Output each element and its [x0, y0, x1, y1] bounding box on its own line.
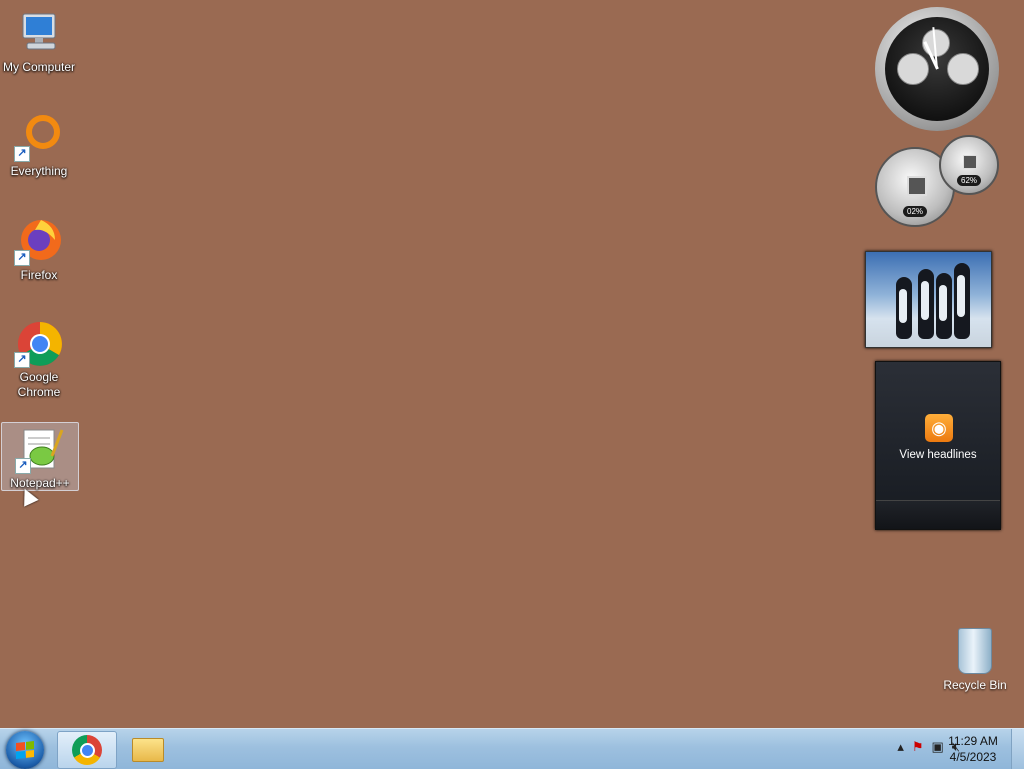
- desktop-icon-label: Notepad++: [10, 476, 70, 490]
- desktop-icon-label: Firefox: [20, 268, 58, 282]
- taskbar-date: 4/5/2023: [949, 750, 997, 764]
- desktop-icon-my-computer[interactable]: My Computer: [0, 10, 78, 75]
- windows-start-icon: [16, 741, 34, 759]
- cpu-meter-gadget[interactable]: 02% 62%: [875, 135, 1000, 230]
- rss-icon: ◉: [925, 414, 953, 442]
- taskbar-time: 11:29 AM: [948, 734, 998, 748]
- show-hidden-icons-arrow-icon[interactable]: ▴: [897, 739, 904, 755]
- clock-subdial-left: [897, 53, 929, 85]
- taskbar: ▴ ⚑ ▣ 🔇︎ 11:29 AM 4/5/2023: [0, 728, 1024, 769]
- desktop-icon-label: Recycle Bin: [943, 678, 1007, 692]
- desktop-icon-notepadpp[interactable]: ↗ Notepad++: [1, 422, 79, 491]
- desktop-icon-google-chrome[interactable]: ↗ Google Chrome: [0, 320, 78, 400]
- taskbar-clock[interactable]: 11:29 AM 4/5/2023: [940, 733, 1006, 765]
- clock-subdial-right: [947, 53, 979, 85]
- shortcut-arrow-icon: ↗: [14, 352, 30, 368]
- start-button[interactable]: [6, 731, 44, 769]
- everything-icon: ↗: [14, 114, 63, 162]
- shortcut-arrow-icon: ↗: [15, 458, 31, 474]
- penguin-image: [954, 263, 970, 339]
- desktop-icon-firefox[interactable]: ↗ Firefox: [0, 218, 78, 283]
- action-center-flag-icon[interactable]: ⚑: [912, 739, 924, 755]
- memory-gauge: 62%: [939, 135, 999, 195]
- desktop-icon-everything[interactable]: ↗ Everything: [0, 114, 78, 179]
- chrome-icon: ↗: [14, 320, 63, 368]
- notepadpp-icon: ↗: [15, 426, 64, 474]
- shortcut-arrow-icon: ↗: [14, 146, 30, 162]
- recycle-bin-icon: [958, 628, 992, 674]
- penguin-image: [918, 269, 934, 339]
- penguin-image: [936, 273, 952, 339]
- shortcut-arrow-icon: ↗: [14, 250, 30, 266]
- firefox-icon: ↗: [14, 218, 63, 266]
- desktop-icon-label: Google Chrome: [17, 370, 61, 399]
- view-headlines-link[interactable]: View headlines: [876, 449, 1000, 461]
- memory-percent: 62%: [957, 175, 982, 186]
- chrome-icon: [72, 735, 102, 765]
- folder-icon: [132, 738, 164, 762]
- memory-chip-icon: [963, 155, 977, 169]
- desktop-icon-label: My Computer: [2, 60, 76, 74]
- cpu-percent: 02%: [903, 206, 928, 217]
- clock-gadget[interactable]: [875, 7, 999, 131]
- desktop-icon-label: Everything: [10, 164, 68, 178]
- feed-headlines-gadget[interactable]: ◉ View headlines: [875, 361, 1001, 530]
- penguin-image: [896, 277, 912, 339]
- clock-face: [885, 17, 989, 121]
- feed-footer-bar: [876, 500, 1000, 529]
- taskbar-button-chrome[interactable]: [57, 731, 117, 769]
- desktop-icon-recycle-bin[interactable]: Recycle Bin: [938, 628, 1012, 692]
- cpu-chip-icon: [907, 176, 927, 196]
- slideshow-gadget[interactable]: [865, 251, 992, 348]
- taskbar-button-explorer[interactable]: [118, 731, 176, 767]
- show-desktop-button[interactable]: [1011, 729, 1024, 769]
- computer-icon: [15, 10, 63, 58]
